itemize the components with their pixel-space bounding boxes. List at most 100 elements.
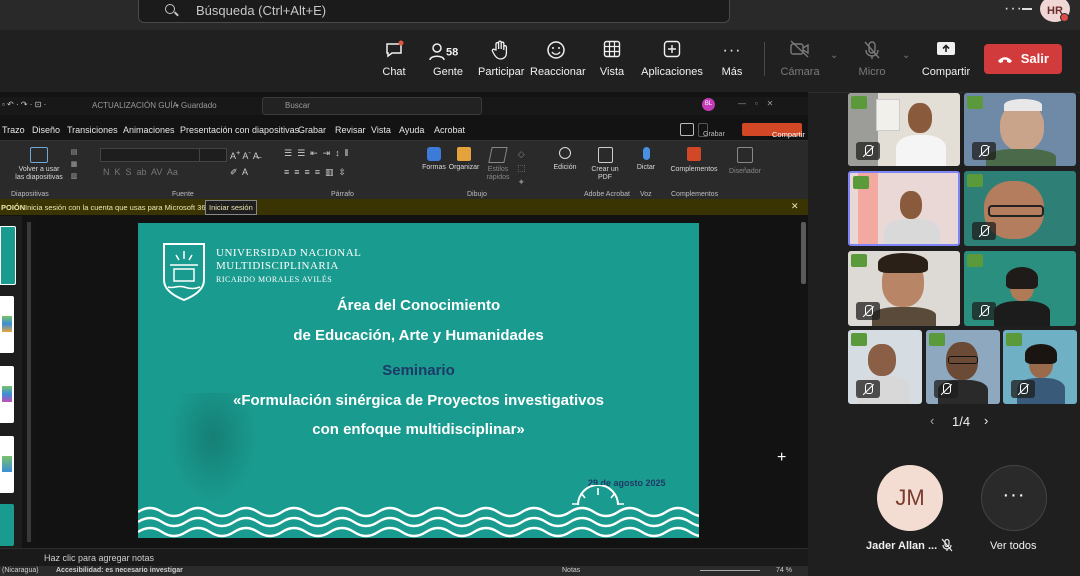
- group-voz: Voz: [640, 191, 652, 198]
- font-color-icons[interactable]: ✐ A: [230, 168, 248, 177]
- quick-access-icons[interactable]: ▫ ↶ · ↷ · ⊡ ·: [2, 100, 46, 109]
- slide-thumbnail[interactable]: [0, 366, 14, 423]
- record-button[interactable]: Grabar: [698, 123, 725, 138]
- slide-thumbnail[interactable]: [0, 436, 14, 493]
- participant-video[interactable]: [964, 171, 1076, 246]
- editing-button[interactable]: Edición: [550, 147, 580, 172]
- ppt-search[interactable]: Buscar: [262, 97, 482, 115]
- crosshair-cursor-icon: +: [777, 449, 787, 466]
- slide-scrollbar[interactable]: [801, 222, 806, 284]
- view-all-label: Ver todos: [990, 540, 1037, 552]
- tab-trazo[interactable]: Trazo: [2, 125, 25, 135]
- raise-hand-button[interactable]: Participar: [478, 40, 524, 86]
- participant-video[interactable]: [848, 93, 960, 166]
- reuse-slides-button[interactable]: Volver a usar las diapositivas: [14, 147, 64, 182]
- notes-toggle[interactable]: Notas: [562, 567, 580, 574]
- slide-thumbnail[interactable]: [0, 504, 14, 546]
- react-button[interactable]: Reaccionar: [530, 40, 586, 86]
- status-badge: [853, 176, 869, 189]
- addins-button[interactable]: Complementos: [668, 147, 720, 174]
- paragraph-align-icons[interactable]: ≡ ≡ ≡ ≡ ▥ ⇳: [284, 168, 346, 177]
- font-grow-shrink-icons[interactable]: A+ A- A̶: [230, 149, 259, 161]
- ppt-share-button[interactable]: Compartir: [742, 123, 805, 139]
- ppt-user-avatar[interactable]: BL: [702, 98, 715, 111]
- view-button[interactable]: Vista: [596, 40, 628, 86]
- toolbar-divider: [764, 42, 765, 76]
- group-acrobat: Adobe Acrobat: [584, 191, 630, 198]
- slide-thumbnail[interactable]: [0, 296, 14, 353]
- participant-video[interactable]: [848, 251, 960, 326]
- tab-presentacion[interactable]: Presentación con diapositivas: [180, 125, 299, 135]
- university-logo: [160, 241, 208, 303]
- participant-video-speaking[interactable]: [848, 171, 960, 246]
- font-name-dropdown[interactable]: [100, 148, 202, 162]
- mic-muted-icon: [1011, 380, 1035, 398]
- tab-animaciones[interactable]: Animaciones: [123, 125, 175, 135]
- search-box[interactable]: Búsqueda (Ctrl+Alt+E): [138, 0, 730, 23]
- people-button[interactable]: 58 Gente: [428, 40, 468, 86]
- zoom-slider[interactable]: [700, 570, 760, 571]
- more-button[interactable]: ··· Más: [716, 40, 748, 86]
- people-count: 58: [446, 46, 459, 59]
- thumbnail-scrollbar[interactable]: [27, 222, 31, 542]
- tab-grabar[interactable]: Grabar: [298, 125, 326, 135]
- participant-video[interactable]: [964, 251, 1076, 326]
- accessibility-status[interactable]: Accesibilidad: es necesario investigar: [56, 567, 183, 574]
- participant-avatar[interactable]: JM: [877, 465, 943, 531]
- tab-vista[interactable]: Vista: [371, 125, 391, 135]
- participant-video[interactable]: [848, 330, 922, 404]
- shape-fill-icons[interactable]: ◇ ⬚ ✦: [517, 147, 526, 189]
- notes-pane[interactable]: Haz clic para agregar notas: [0, 548, 808, 567]
- close-icon[interactable]: ✕: [791, 201, 799, 212]
- apps-button[interactable]: Aplicaciones: [640, 40, 704, 86]
- dictate-button[interactable]: Dictar: [632, 147, 660, 172]
- create-pdf-button[interactable]: Crear un PDF: [589, 147, 621, 182]
- quick-styles-button[interactable]: Estilos rápidos: [483, 147, 513, 182]
- participant-video[interactable]: [926, 330, 1000, 404]
- slide-topic-line2: con enfoque multidisciplinar»: [312, 421, 525, 438]
- tab-transiciones[interactable]: Transiciones: [67, 125, 118, 135]
- camera-options-chevron-icon[interactable]: ⌄: [830, 50, 838, 61]
- participant-video[interactable]: [964, 93, 1076, 166]
- share-button[interactable]: Compartir: [920, 40, 972, 86]
- hand-icon: [478, 40, 522, 62]
- mic-options-chevron-icon[interactable]: ⌄: [902, 50, 910, 61]
- tab-acrobat[interactable]: Acrobat: [434, 125, 465, 135]
- camera-button[interactable]: Cámara: [780, 40, 820, 86]
- ellipsis-icon: ···: [722, 42, 742, 59]
- slide-layout-icons[interactable]: ▤ ▦ ▥: [67, 147, 81, 187]
- tab-revisar[interactable]: Revisar: [335, 125, 366, 135]
- ppt-window-controls[interactable]: — ▫ ✕: [738, 99, 773, 108]
- more-options-icon[interactable]: ···: [1004, 0, 1023, 18]
- ppt-title-bar: ▫ ↶ · ↷ · ⊡ · ACTUALIZACIÓN GUÍA • Guard…: [0, 97, 808, 115]
- paragraph-list-icons[interactable]: ☰ ☰ ⇤ ⇥ ↕ ⫴: [284, 149, 349, 158]
- slide-thumbnail[interactable]: [0, 226, 16, 285]
- arrange-button[interactable]: Organizar: [448, 147, 480, 172]
- tab-diseno[interactable]: Diseño: [32, 125, 60, 135]
- view-all-button[interactable]: ···: [981, 465, 1047, 531]
- font-format-icons[interactable]: N K S ab AV Aa: [103, 168, 178, 177]
- mic-button[interactable]: Micro: [856, 40, 888, 86]
- microphone-icon: [642, 147, 650, 160]
- designer-button[interactable]: Diseñador: [727, 147, 763, 176]
- minimize-icon[interactable]: [1022, 8, 1032, 10]
- tab-ayuda[interactable]: Ayuda: [399, 125, 424, 135]
- group-complementos: Complementos: [671, 191, 719, 198]
- shapes-button[interactable]: Formas: [421, 147, 447, 172]
- current-slide[interactable]: UNIVERSIDAD NACIONAL MULTIDISCIPLINARIA …: [138, 223, 699, 538]
- font-size-dropdown[interactable]: [199, 148, 227, 162]
- ppt-saved-status: • Guardado: [176, 101, 217, 110]
- user-avatar[interactable]: HR: [1040, 0, 1070, 22]
- signin-button[interactable]: Iniciar sesión: [205, 200, 257, 215]
- leave-button[interactable]: Salir: [984, 44, 1062, 74]
- grid-icon: [596, 40, 628, 62]
- participant-video[interactable]: [1003, 330, 1077, 404]
- comments-icon[interactable]: [680, 123, 694, 136]
- search-icon: [165, 4, 175, 14]
- prev-page-chevron-icon[interactable]: ‹: [930, 413, 934, 428]
- zoom-level[interactable]: 74 %: [776, 567, 792, 574]
- chat-button[interactable]: Chat: [378, 40, 410, 86]
- pdf-icon: [597, 147, 613, 163]
- next-page-chevron-icon[interactable]: ›: [984, 413, 988, 428]
- group-diapositivas: Diapositivas: [11, 191, 49, 198]
